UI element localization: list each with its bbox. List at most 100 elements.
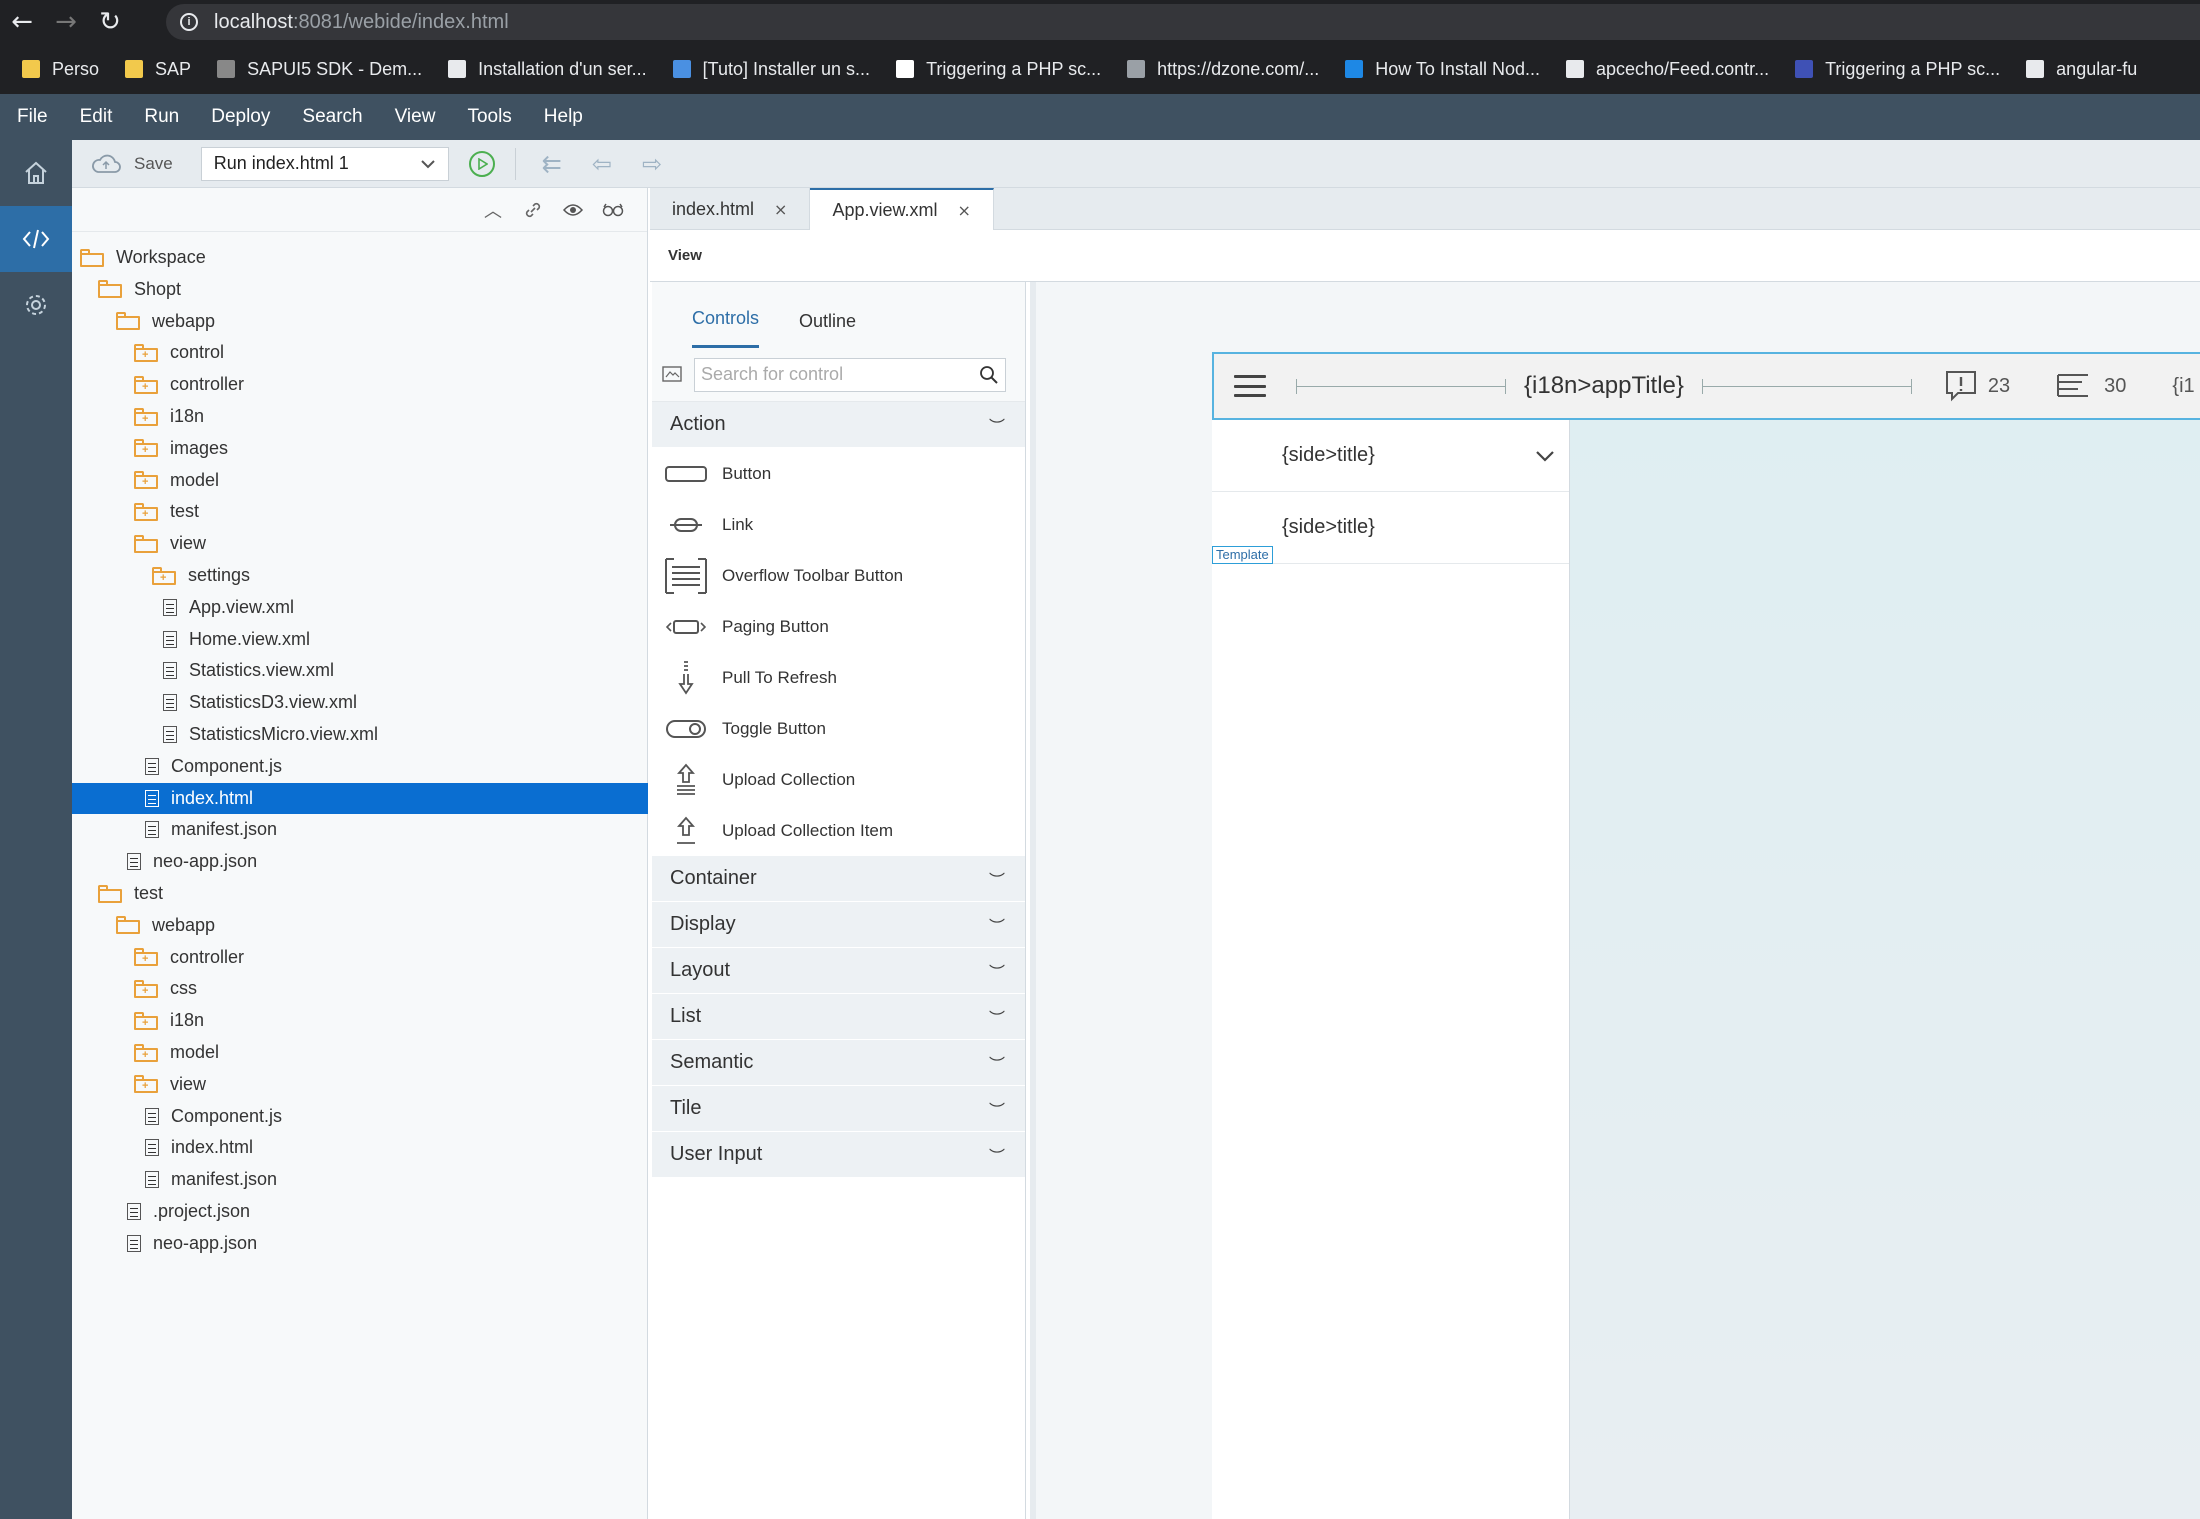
tree-file-item[interactable]: index.html (72, 1132, 648, 1163)
run-button[interactable] (468, 150, 495, 177)
palette-control[interactable]: Overflow Toolbar Button (652, 550, 1025, 601)
bookmark-item[interactable]: SAP (125, 59, 191, 80)
save-button[interactable]: Save (90, 154, 173, 174)
bookmark-item[interactable]: apcecho/Feed.contr... (1565, 59, 1769, 80)
palette-category[interactable]: Layout ︶ (652, 948, 1025, 994)
tree-folder-item[interactable]: view (72, 528, 648, 559)
tree-folder-item[interactable]: webapp (72, 910, 648, 941)
palette-category[interactable]: List ︶ (652, 994, 1025, 1040)
palette-control[interactable]: Paging Button (652, 601, 1025, 652)
tree-folder-item[interactable]: test (72, 878, 648, 909)
tree-file-item[interactable]: manifest.json (72, 814, 648, 845)
chevron-down-icon[interactable] (1535, 450, 1555, 462)
tree-folder-item[interactable]: + view (72, 1069, 648, 1100)
tree-folder-item[interactable]: Shopt (72, 274, 648, 305)
nav-forward-icon[interactable]: ⇨ (642, 150, 662, 178)
menu-help[interactable]: Help (544, 106, 583, 128)
back-icon[interactable]: ← (0, 0, 44, 44)
preview-glasses-icon[interactable] (593, 203, 633, 217)
forward-icon[interactable]: → (44, 0, 88, 44)
menu-file[interactable]: File (17, 106, 48, 128)
last-edit-icon[interactable]: ⇇ (542, 150, 562, 178)
menu-view[interactable]: View (395, 106, 436, 128)
tree-file-item[interactable]: neo-app.json (72, 846, 648, 877)
tree-file-item[interactable]: Statistics.view.xml (72, 655, 648, 686)
hamburger-menu-icon[interactable] (1234, 375, 1266, 397)
close-icon[interactable]: × (958, 201, 971, 220)
category-action[interactable]: Action ︶ (652, 402, 1025, 448)
tree-folder-item[interactable]: + model (72, 465, 648, 496)
menu-edit[interactable]: Edit (80, 106, 113, 128)
tree-folder-item[interactable]: + settings (72, 560, 648, 591)
collapse-icon[interactable]: ︿ (473, 197, 513, 223)
menu-search[interactable]: Search (302, 106, 362, 128)
palette-category[interactable]: Tile ︶ (652, 1086, 1025, 1132)
nav-back-icon[interactable]: ⇦ (592, 150, 612, 178)
bookmark-item[interactable]: Triggering a PHP sc... (1795, 59, 2000, 80)
info-icon[interactable]: i (180, 13, 198, 31)
tree-folder-item[interactable]: + i18n (72, 1005, 648, 1036)
tab-controls[interactable]: Controls (692, 308, 760, 348)
bookmark-item[interactable]: How To Install Nod... (1345, 59, 1540, 80)
bookmark-item[interactable]: https://dzone.com/... (1127, 59, 1319, 80)
bookmark-item[interactable]: Perso (22, 59, 99, 80)
palette-control[interactable]: Pull To Refresh (652, 652, 1025, 703)
control-search-input[interactable]: Search for control (694, 357, 1006, 392)
control-filter-icon[interactable] (662, 365, 682, 384)
palette-control[interactable]: Toggle Button (652, 703, 1025, 754)
menu-run[interactable]: Run (144, 106, 179, 128)
bookmark-item[interactable]: [Tuto] Installer un s... (672, 59, 870, 80)
search-icon[interactable] (979, 365, 999, 385)
show-hidden-icon[interactable] (553, 203, 593, 217)
tree-folder-item[interactable]: Workspace (72, 242, 648, 273)
messages-button[interactable]: 30 (2056, 372, 2126, 400)
tree-file-item[interactable]: StatisticsMicro.view.xml (72, 719, 648, 750)
tree-file-item[interactable]: index.html (72, 782, 648, 814)
bookmark-item[interactable]: SAPUI5 SDK - Dem... (217, 59, 422, 80)
tree-file-item[interactable]: Component.js (72, 751, 648, 782)
palette-control[interactable]: Upload Collection (652, 754, 1025, 805)
tree-file-item[interactable]: Component.js (72, 1101, 648, 1132)
tree-folder-item[interactable]: + i18n (72, 401, 648, 432)
side-nav-item[interactable]: {side>title} (1212, 420, 1569, 492)
editor-tab[interactable]: index.html × (650, 188, 811, 230)
tree-folder-item[interactable]: + controller (72, 369, 648, 400)
palette-control[interactable]: Link (652, 499, 1025, 550)
tree-file-item[interactable]: StatisticsD3.view.xml (72, 687, 648, 718)
url-field[interactable]: i localhost:8081/webide/index.html (166, 4, 2200, 40)
app-shell-bar[interactable]: {i18n>appTitle} 23 30 {i1 (1212, 352, 2200, 420)
reload-icon[interactable]: ↻ (88, 0, 132, 44)
palette-control[interactable]: Upload Collection Item (652, 805, 1025, 856)
run-config-select[interactable]: Run index.html 1 (200, 146, 449, 181)
palette-control[interactable]: Button (652, 448, 1025, 499)
tree-file-item[interactable]: manifest.json (72, 1164, 648, 1195)
tree-folder-item[interactable]: + controller (72, 942, 648, 973)
close-icon[interactable]: × (774, 200, 787, 219)
tree-folder-item[interactable]: + css (72, 973, 648, 1004)
palette-category[interactable]: User Input ︶ (652, 1132, 1025, 1178)
notifications-button[interactable]: 23 (1944, 369, 2010, 403)
palette-category[interactable]: Container ︶ (652, 856, 1025, 902)
development-icon[interactable] (0, 206, 72, 272)
bookmark-item[interactable]: Installation d'un ser... (448, 59, 647, 80)
palette-category[interactable]: Semantic ︶ (652, 1040, 1025, 1086)
menu-tools[interactable]: Tools (467, 106, 511, 128)
tab-outline[interactable]: Outline (799, 311, 856, 348)
tree-file-item[interactable]: .project.json (72, 1196, 648, 1227)
tree-folder-item[interactable]: + test (72, 496, 648, 527)
bookmark-item[interactable]: angular-fu (2026, 59, 2137, 80)
tree-folder-item[interactable]: webapp (72, 306, 648, 337)
settings-icon[interactable] (0, 272, 72, 338)
bookmark-item[interactable]: Triggering a PHP sc... (896, 59, 1101, 80)
menu-deploy[interactable]: Deploy (211, 106, 270, 128)
tree-folder-item[interactable]: + control (72, 337, 648, 368)
home-icon[interactable] (0, 140, 72, 206)
tree-file-item[interactable]: neo-app.json (72, 1228, 648, 1259)
tree-file-item[interactable]: Home.view.xml (72, 624, 648, 655)
tree-file-item[interactable]: App.view.xml (72, 592, 648, 623)
tree-folder-item[interactable]: + images (72, 433, 648, 464)
palette-category[interactable]: Display ︶ (652, 902, 1025, 948)
tree-folder-item[interactable]: + model (72, 1037, 648, 1068)
link-editor-icon[interactable] (513, 201, 553, 219)
editor-tab[interactable]: App.view.xml × (810, 188, 994, 230)
